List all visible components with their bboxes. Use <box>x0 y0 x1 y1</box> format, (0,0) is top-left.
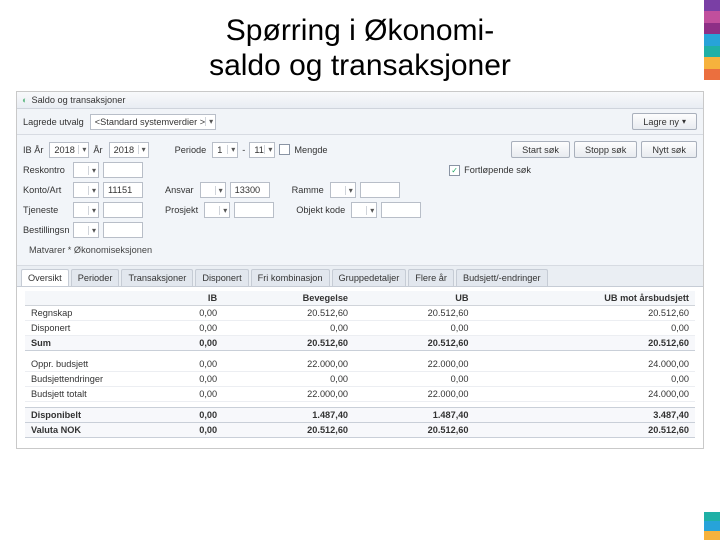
konto-input[interactable]: 11151 <box>103 182 143 198</box>
reskontro-dropdown[interactable]: ▾ <box>73 162 99 178</box>
tab-disponert[interactable]: Disponert <box>195 269 248 286</box>
tjeneste-input[interactable] <box>103 202 143 218</box>
tab-oversikt[interactable]: Oversikt <box>21 269 69 286</box>
prosjekt-input[interactable] <box>234 202 274 218</box>
toolbar: Lagrede utvalg <Standard systemverdier >… <box>17 109 703 135</box>
objekt-input[interactable] <box>381 202 421 218</box>
prosjekt-label: Prosjekt <box>165 205 200 215</box>
ib-year-label: IB År <box>23 145 45 155</box>
ramme-label: Ramme <box>292 185 326 195</box>
saved-selection-dropdown[interactable]: <Standard systemverdier >▾ <box>90 114 216 130</box>
table-row: Disponibelt0,001.487,401.487,403.487,40 <box>25 407 695 422</box>
table-row: Budsjett totalt0,0022.000,0022.000,0024.… <box>25 386 695 401</box>
tab-bar: OversiktPerioderTransaksjonerDisponertFr… <box>17 266 703 287</box>
column-header: IB <box>155 291 223 306</box>
column-header <box>25 291 155 306</box>
table-header-row: IBBevegelseUBUB mot årsbudsjett <box>25 291 695 306</box>
mengde-label: Mengde <box>294 145 329 155</box>
bestilling-input[interactable] <box>103 222 143 238</box>
fortlopende-label: Fortløpende søk <box>464 165 533 175</box>
stop-search-button[interactable]: Stopp søk <box>574 141 637 158</box>
table-row: Valuta NOK0,0020.512,6020.512,6020.512,6… <box>25 422 695 437</box>
column-header: Bevegelse <box>223 291 354 306</box>
saved-selection-label: Lagrede utvalg <box>23 117 86 127</box>
tab-flere-r[interactable]: Flere år <box>408 269 454 286</box>
ansvar-op-dropdown[interactable]: ▾ <box>200 182 226 198</box>
ansvar-input[interactable]: 13300 <box>230 182 270 198</box>
tjeneste-op-dropdown[interactable]: ▾ <box>73 202 99 218</box>
column-header: UB mot årsbudsjett <box>475 291 695 306</box>
slide-title: Spørring i Økonomi- saldo og transaksjon… <box>0 0 720 91</box>
tab-perioder[interactable]: Perioder <box>71 269 120 286</box>
table-row: Oppr. budsjett0,0022.000,0022.000,0024.0… <box>25 357 695 372</box>
table-row: Disponert0,000,000,000,00 <box>25 321 695 336</box>
period-from-dropdown[interactable]: 1▾ <box>212 142 238 158</box>
decorative-stripe-bottom <box>704 512 720 540</box>
year-dropdown[interactable]: 2018▾ <box>109 142 149 158</box>
window-title: Saldo og transaksjoner <box>31 95 125 105</box>
filter-panel: IB År 2018▾ År 2018▾ Periode 1▾ - 11▾ Me… <box>17 135 703 266</box>
bestilling-label: Bestillingsn <box>23 225 69 235</box>
ansvar-label: Ansvar <box>165 185 196 195</box>
objekt-op-dropdown[interactable]: ▾ <box>351 202 377 218</box>
reskontro-input[interactable] <box>103 162 143 178</box>
fortlopende-checkbox[interactable]: ✓ <box>449 165 460 176</box>
ramme-input[interactable] <box>360 182 400 198</box>
start-search-button[interactable]: Start søk <box>511 141 570 158</box>
decorative-stripe-top <box>704 0 720 80</box>
new-search-button[interactable]: Nytt søk <box>641 141 697 158</box>
table-row: Budsjettendringer0,000,000,000,00 <box>25 371 695 386</box>
filter-description: Matvarer * Økonomiseksjonen <box>23 242 697 261</box>
table-row: Regnskap0,0020.512,6020.512,6020.512,60 <box>25 306 695 321</box>
chevron-down-icon: ▾ <box>205 117 213 126</box>
window-titlebar: ◐ Saldo og transaksjoner <box>17 92 703 109</box>
ib-year-dropdown[interactable]: 2018▾ <box>49 142 89 158</box>
year-label: År <box>93 145 104 155</box>
tab-gruppedetaljer[interactable]: Gruppedetaljer <box>332 269 407 286</box>
konto-op-dropdown[interactable]: ▾ <box>73 182 99 198</box>
bestilling-op-dropdown[interactable]: ▾ <box>73 222 99 238</box>
column-header: UB <box>354 291 474 306</box>
chevron-down-icon: ▾ <box>682 117 686 126</box>
tab-transaksjoner[interactable]: Transaksjoner <box>121 269 193 286</box>
tab-fri-kombinasjon[interactable]: Fri kombinasjon <box>251 269 330 286</box>
period-to-dropdown[interactable]: 11▾ <box>249 142 275 158</box>
app-window: ◐ Saldo og transaksjoner Lagrede utvalg … <box>16 91 704 449</box>
mengde-checkbox[interactable] <box>279 144 290 155</box>
app-icon: ◐ <box>22 95 27 105</box>
result-grid: IBBevegelseUBUB mot årsbudsjett Regnskap… <box>17 287 703 448</box>
table-row: Sum0,0020.512,6020.512,6020.512,60 <box>25 336 695 351</box>
tab-budsjett-endringer[interactable]: Budsjett/-endringer <box>456 269 548 286</box>
ramme-op-dropdown[interactable]: ▾ <box>330 182 356 198</box>
prosjekt-op-dropdown[interactable]: ▾ <box>204 202 230 218</box>
objekt-label: Objekt kode <box>296 205 347 215</box>
result-table: IBBevegelseUBUB mot årsbudsjett Regnskap… <box>25 291 695 438</box>
save-new-button[interactable]: Lagre ny▾ <box>632 113 697 130</box>
period-label: Periode <box>175 145 209 155</box>
reskontro-label: Reskontro <box>23 165 69 175</box>
tjeneste-label: Tjeneste <box>23 205 69 215</box>
konto-label: Konto/Art <box>23 185 69 195</box>
